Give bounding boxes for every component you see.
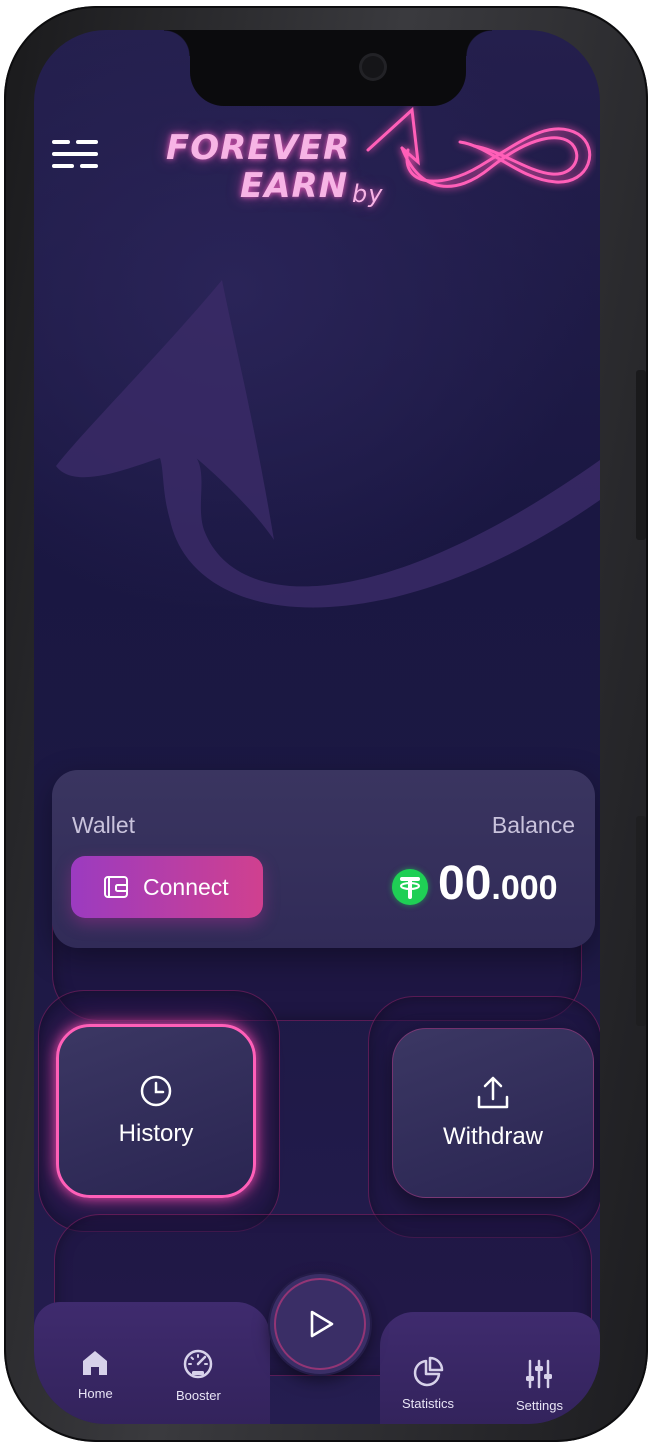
play-icon xyxy=(310,1310,334,1338)
app-screen: FOREVER EARN by Wallet Balance Connect 0… xyxy=(34,30,600,1424)
nav-booster[interactable]: Booster xyxy=(176,1348,221,1403)
history-button[interactable]: History xyxy=(56,1024,256,1198)
nav-statistics[interactable]: Statistics xyxy=(402,1356,454,1411)
balance-label: Balance xyxy=(491,812,575,838)
bottom-nav-left xyxy=(34,1302,270,1424)
phone-notch xyxy=(164,30,492,106)
nav-statistics-label: Statistics xyxy=(402,1396,455,1411)
wallet-icon xyxy=(104,876,128,898)
tether-usdt-icon xyxy=(392,869,428,905)
sliders-icon xyxy=(526,1359,553,1389)
withdraw-label: Withdraw xyxy=(442,1123,544,1150)
nav-settings[interactable]: Settings xyxy=(516,1358,563,1413)
pie-chart-icon xyxy=(413,1356,444,1387)
balance-amount: 00.000 xyxy=(438,856,558,911)
play-button[interactable] xyxy=(270,1274,370,1374)
wallet-label: Wallet xyxy=(72,812,136,838)
phone-frame: FOREVER EARN by Wallet Balance Connect 0… xyxy=(4,6,648,1442)
side-button xyxy=(636,370,646,540)
upload-icon xyxy=(477,1076,509,1109)
logo-text-forever: FOREVER xyxy=(166,128,351,168)
home-icon xyxy=(83,1351,108,1375)
infinity-arrow-logo-icon xyxy=(366,106,592,188)
camera xyxy=(362,56,384,78)
connect-button-label: Connect xyxy=(143,873,229,900)
nav-booster-label: Booster xyxy=(176,1388,221,1403)
background-arrow-graphic xyxy=(56,280,600,608)
menu-icon[interactable] xyxy=(52,140,98,168)
nav-home[interactable]: Home xyxy=(78,1348,113,1401)
history-label: History xyxy=(118,1120,194,1147)
connect-wallet-button[interactable]: Connect xyxy=(71,856,263,918)
clock-icon xyxy=(140,1075,172,1107)
wallet-card: Wallet Balance Connect 00.000 xyxy=(52,770,595,948)
side-button-lower xyxy=(636,816,646,1026)
nav-home-label: Home xyxy=(78,1386,113,1401)
balance-whole: 00 xyxy=(438,857,492,910)
nav-settings-label: Settings xyxy=(516,1398,563,1413)
speedometer-icon xyxy=(184,1349,213,1379)
balance-decimal: .000 xyxy=(491,869,558,907)
withdraw-button[interactable]: Withdraw xyxy=(392,1028,594,1198)
logo-text-earn: EARN xyxy=(240,166,349,206)
